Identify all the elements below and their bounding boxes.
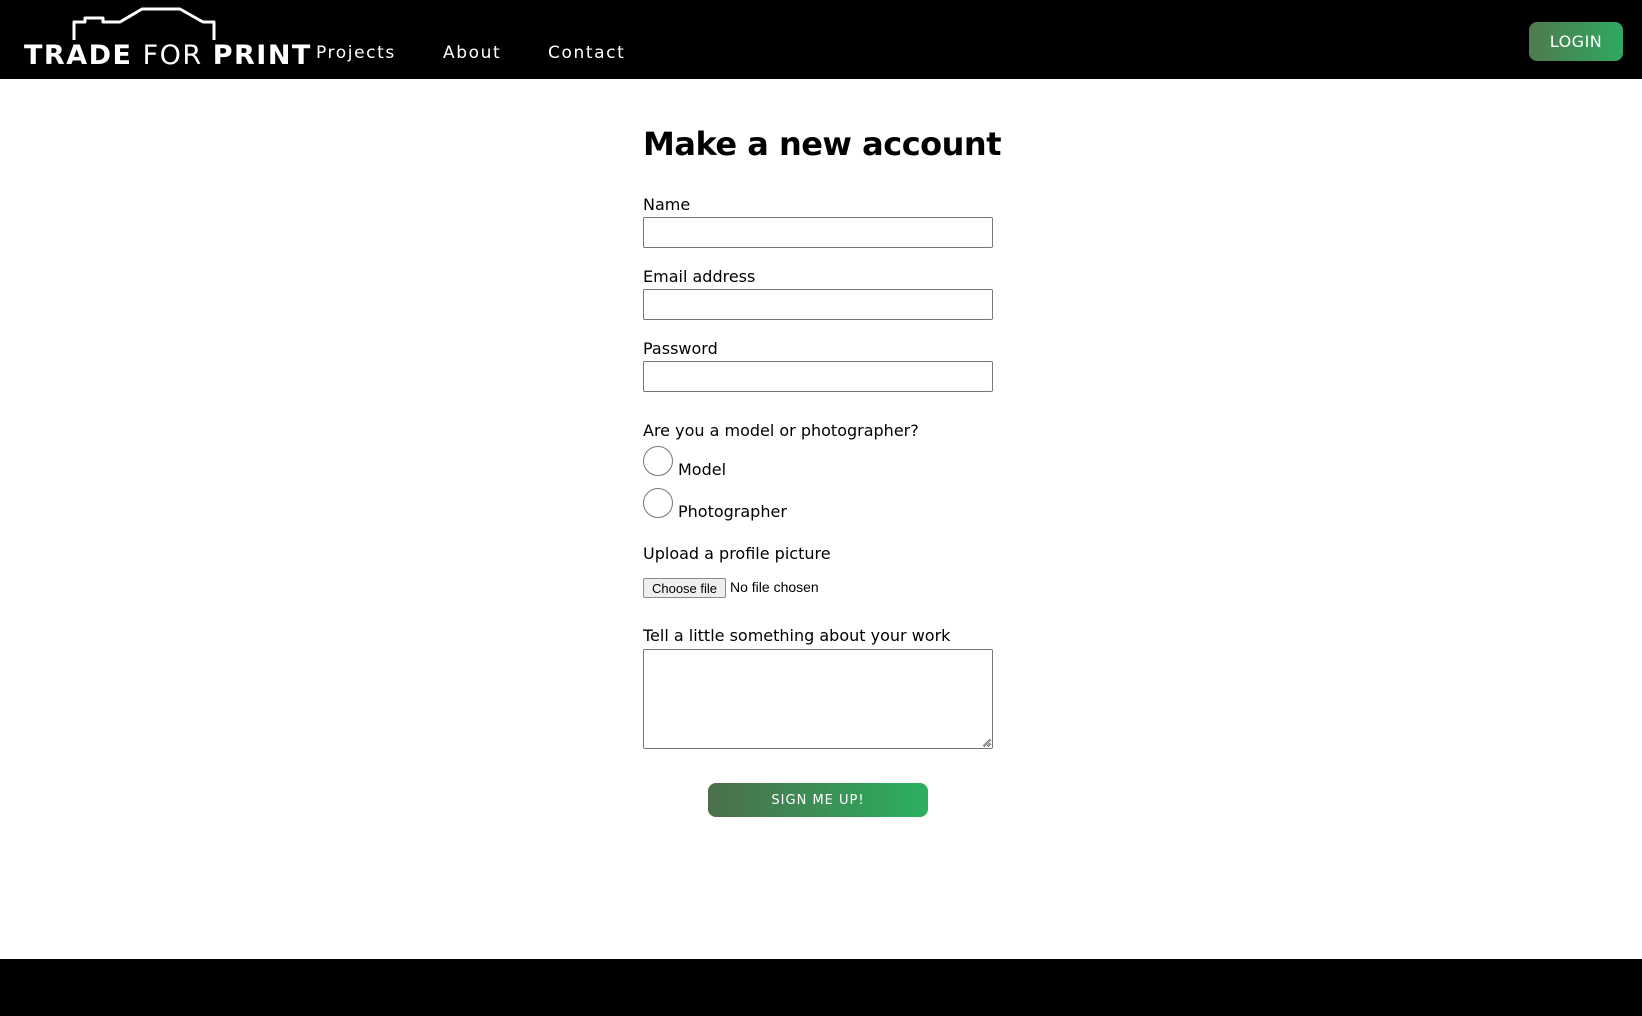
model-radio-label[interactable]: Model (678, 462, 726, 478)
camera-outline-icon (72, 7, 216, 40)
nav-link-about[interactable]: About (443, 45, 501, 62)
password-label: Password (643, 339, 718, 358)
site-logo[interactable]: TRADE FOR PRINT (24, 6, 310, 72)
file-status-text: No file chosen (730, 579, 819, 595)
navbar: TRADE FOR PRINT Projects About Contact L… (0, 0, 1642, 79)
role-question: Are you a model or photographer? (643, 421, 919, 440)
name-field[interactable] (643, 217, 993, 248)
name-label: Name (643, 195, 691, 214)
about-label: Tell a little something about your work (643, 626, 951, 645)
photographer-radio-label[interactable]: Photographer (678, 504, 787, 520)
nav-link-projects[interactable]: Projects (316, 45, 396, 62)
choose-file-button[interactable]: Choose file (643, 578, 726, 598)
about-textarea[interactable] (643, 649, 993, 749)
upload-label: Upload a profile picture (643, 544, 831, 563)
email-field[interactable] (643, 289, 993, 320)
page-title: Make a new account (643, 125, 1002, 163)
footer (0, 959, 1642, 1016)
nav-link-contact[interactable]: Contact (548, 45, 625, 62)
sign-up-button[interactable]: SIGN ME UP! (708, 783, 928, 817)
login-button[interactable]: LOGIN (1529, 22, 1623, 61)
password-field[interactable] (643, 361, 993, 392)
logo-wordmark: TRADE FOR PRINT (24, 40, 312, 71)
model-radio[interactable] (643, 446, 673, 476)
photographer-radio[interactable] (643, 488, 673, 518)
email-label: Email address (643, 267, 756, 286)
